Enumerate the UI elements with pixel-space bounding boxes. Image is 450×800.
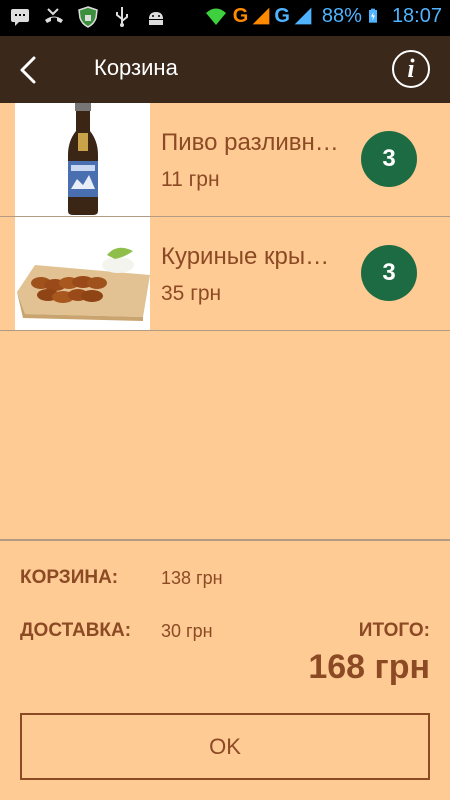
shield-icon xyxy=(78,6,98,28)
clock: 18:07 xyxy=(391,4,442,27)
action-bar: Корзина i xyxy=(0,36,450,103)
android-icon xyxy=(149,12,163,25)
delivery-value: 30 грн xyxy=(161,621,213,641)
list-item[interactable]: Куриные кры… 35 грн 3 xyxy=(0,217,450,331)
item-price: 35 грн xyxy=(161,282,222,305)
item-price: 11 грн xyxy=(161,168,220,191)
item-name: Пиво разливн… xyxy=(161,129,339,156)
cart-total-value: 138 грн xyxy=(161,568,223,588)
quantity-badge[interactable]: 3 xyxy=(361,245,417,301)
divider xyxy=(0,539,450,541)
missed-call-icon xyxy=(45,8,63,23)
battery-percent: 88% xyxy=(321,4,362,27)
network-type-2: G xyxy=(274,4,290,27)
network-type-1: G xyxy=(232,4,249,27)
info-icon[interactable]: i xyxy=(392,50,430,88)
status-bar: G G 88% 18:07 xyxy=(0,0,450,36)
signal-icon xyxy=(253,7,270,25)
cart-list: Пиво разливн… 11 грн 3 Куриные кры… 35 г… xyxy=(0,103,450,331)
item-name: Куриные кры… xyxy=(161,243,330,270)
grand-total-value: 168 грн xyxy=(308,648,430,686)
cart-total-label: КОРЗИНА: xyxy=(20,567,119,588)
battery-charging-icon xyxy=(368,8,377,23)
delivery-label: ДОСТАВКА: xyxy=(20,620,132,641)
quantity-badge[interactable]: 3 xyxy=(361,131,417,187)
page-title: Корзина xyxy=(94,55,178,80)
signal-icon xyxy=(294,7,312,25)
beer-bottle-image xyxy=(15,103,150,216)
grand-total-label: ИТОГО: xyxy=(358,620,430,641)
wifi-icon xyxy=(205,8,226,25)
usb-icon xyxy=(116,7,128,27)
list-item[interactable]: Пиво разливн… 11 грн 3 xyxy=(0,103,450,217)
chicken-wings-image xyxy=(15,217,150,330)
back-icon[interactable] xyxy=(10,50,46,90)
ok-button[interactable]: OK xyxy=(20,713,430,780)
message-icon xyxy=(11,9,29,26)
